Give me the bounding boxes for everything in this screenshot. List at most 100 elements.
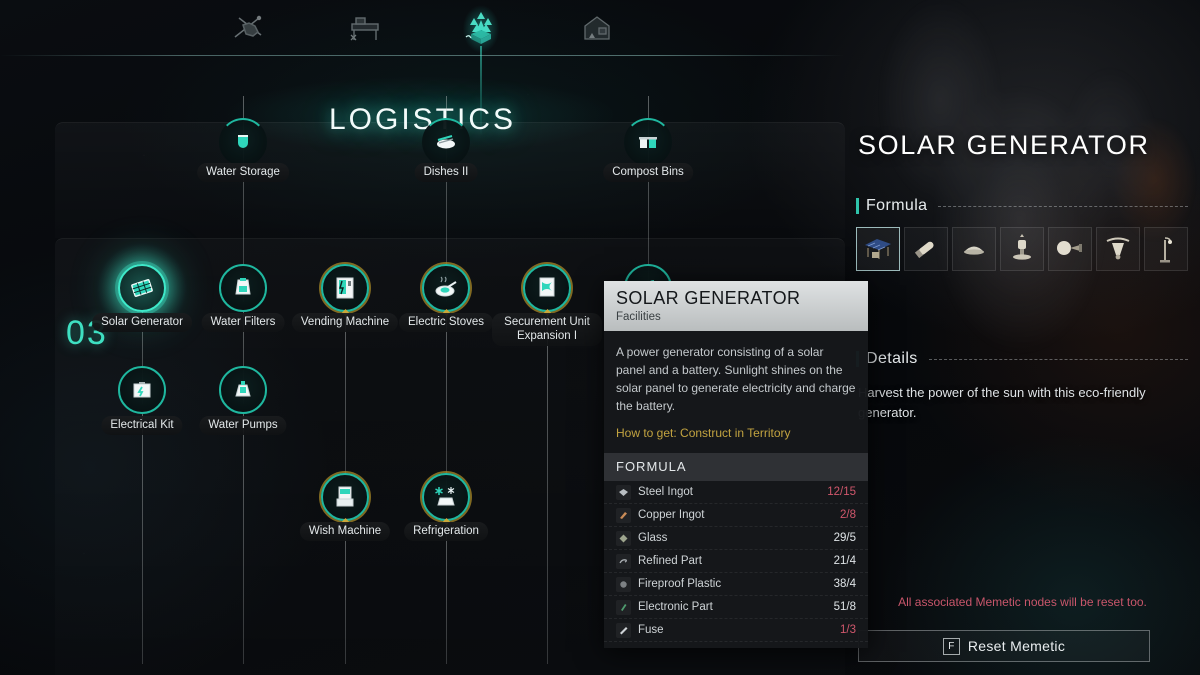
ingredient-qty: 1/3 [840,624,856,636]
details-section-header: Details [856,350,1188,368]
formula-slot-street-lamp[interactable] [1144,227,1188,271]
details-text: Harvest the power of the sun with this e… [858,385,1146,420]
street-lamp-icon [1160,237,1172,263]
formula-section-header: Formula [856,197,1188,215]
category-tab-weapons[interactable] [221,6,277,50]
ingredient-row: Fuse 1/3 [604,619,868,642]
tree-node-label: Water Pumps [199,416,287,435]
ingredient-name: Copper Ingot [638,509,705,521]
crossed-weapons-icon [234,15,261,38]
ingredient-qty: 2/8 [840,509,856,521]
ingredient-qty: 29/5 [833,532,856,544]
ingredient-name: Fireproof Plastic [638,578,722,590]
tree-node-label: Electrical Kit [101,416,183,435]
tree-node-label: Water Filters [201,313,285,332]
ingredient-name: Fuse [638,624,664,636]
detail-panel: SOLAR GENERATOR Formula Details Harvest … [845,0,1200,675]
dishes-icon [434,130,458,154]
tree-node-compost-bins[interactable] [624,118,672,166]
tree-node-label: Solar Generator [92,313,192,332]
tree-node-electrical-kit[interactable] [118,366,166,414]
table-lamp-icon [1013,234,1031,260]
tooltip-subtitle: Facilities [616,311,661,323]
water-filter-icon [230,275,256,301]
electronic-part-icon [616,599,631,615]
tree-node-dishes-ii[interactable] [422,118,470,166]
wall-lamp-icon [1057,241,1082,255]
tree-node-water-storage[interactable] [219,118,267,166]
reset-memetic-button[interactable]: F Reset Memetic [858,630,1150,662]
ingredient-name: Refined Part [638,555,702,567]
formula-slot-pendant-lamp[interactable] [1096,227,1140,271]
edge-fridge-down [446,521,447,664]
tree-node-label: Water Storage [197,163,289,182]
ingredient-row: Copper Ingot 2/8 [604,504,868,527]
reset-memetic-label: Reset Memetic [967,638,1066,654]
fireproof-plastic-icon [616,576,631,592]
solar-panel-icon [128,274,156,302]
tree-node-vending-machine[interactable] [321,264,369,317]
tree-node-electric-stoves[interactable] [422,264,470,317]
house-icon [583,16,610,40]
ingredient-row: Fireproof Plastic 38/4 [604,573,868,596]
ingredient-name: Glass [638,532,668,544]
item-tooltip: SOLAR GENERATOR Facilities A power gener… [604,281,868,648]
formula-slot-fluorescent-tube[interactable] [904,227,948,271]
formula-slot-ceiling-lamp[interactable] [952,227,996,271]
wish-machine-icon [333,484,357,510]
keycap-f: F [942,637,960,655]
refined-part-icon [616,553,631,569]
section-divider [938,205,1188,207]
tree-node-solar-generator[interactable] [118,264,166,312]
ingredient-name: Steel Ingot [638,486,693,498]
ingredient-name: Electronic Part [638,601,713,613]
tree-node-label: Wish Machine [299,522,391,541]
vending-icon [333,275,357,301]
steel-ingot-icon [616,484,631,500]
electrical-kit-icon [129,377,155,403]
ingredient-row: Electronic Part 51/8 [604,596,868,619]
ingredient-row: Steel Ingot 12/15 [604,481,868,504]
category-tab-logistics[interactable] [453,6,509,50]
tree-node-water-pumps[interactable] [219,366,267,414]
fuse-icon [616,622,631,638]
copper-ingot-icon [616,507,631,523]
edge-pumps-down [243,414,244,664]
panel-title: SOLAR GENERATOR [858,130,1150,160]
ingredient-row: Refined Part 21/4 [604,550,868,573]
tree-node-label: Dishes II [414,163,478,182]
fridge-icon [432,484,460,510]
glass-icon [616,530,631,546]
tooltip-header: SOLAR GENERATOR Facilities [604,281,868,331]
ingredient-row: Glass 29/5 [604,527,868,550]
tree-node-securement-unit-expansion-i[interactable] [523,264,571,317]
formula-slot-wall-lamp[interactable] [1048,227,1092,271]
tooltip-description: A power generator consisting of a solar … [616,345,856,413]
tree-node-label: Electric Stoves [398,313,494,332]
ceiling-lamp-icon [964,246,984,255]
formula-label: Formula [866,197,928,214]
water-pump-icon [230,377,256,403]
ingredient-qty: 21/4 [833,555,856,567]
ingredient-qty: 38/4 [833,578,856,590]
stove-icon [432,275,460,301]
tree-node-refrigeration[interactable] [422,473,470,526]
reset-warning-text: All associated Memetic nodes will be res… [898,595,1147,609]
tree-node-label: Refrigeration [404,522,488,541]
category-tab-shelter[interactable] [569,6,625,50]
formula-slot-table-lamp[interactable] [1000,227,1044,271]
crystal-tree-icon [465,12,492,44]
tooltip-formula-header: FORMULA [604,453,868,481]
tooltip-how-to-get: How to get: Construct in Territory [616,426,791,440]
ingredient-qty: 51/8 [833,601,856,613]
tree-node-wish-machine[interactable] [321,473,369,526]
solar-generator-item-icon [865,239,891,259]
workbench-icon [350,17,379,41]
compost-icon [636,130,660,154]
details-label: Details [866,350,918,367]
edge-wish-down [345,521,346,664]
tree-node-water-filters[interactable] [219,264,267,312]
category-tab-workbench[interactable] [337,6,393,50]
tooltip-ingredient-list: Steel Ingot 12/15 Copper Ingot 2/8 Glass… [604,481,868,648]
formula-slot-solar-generator[interactable] [856,227,900,271]
